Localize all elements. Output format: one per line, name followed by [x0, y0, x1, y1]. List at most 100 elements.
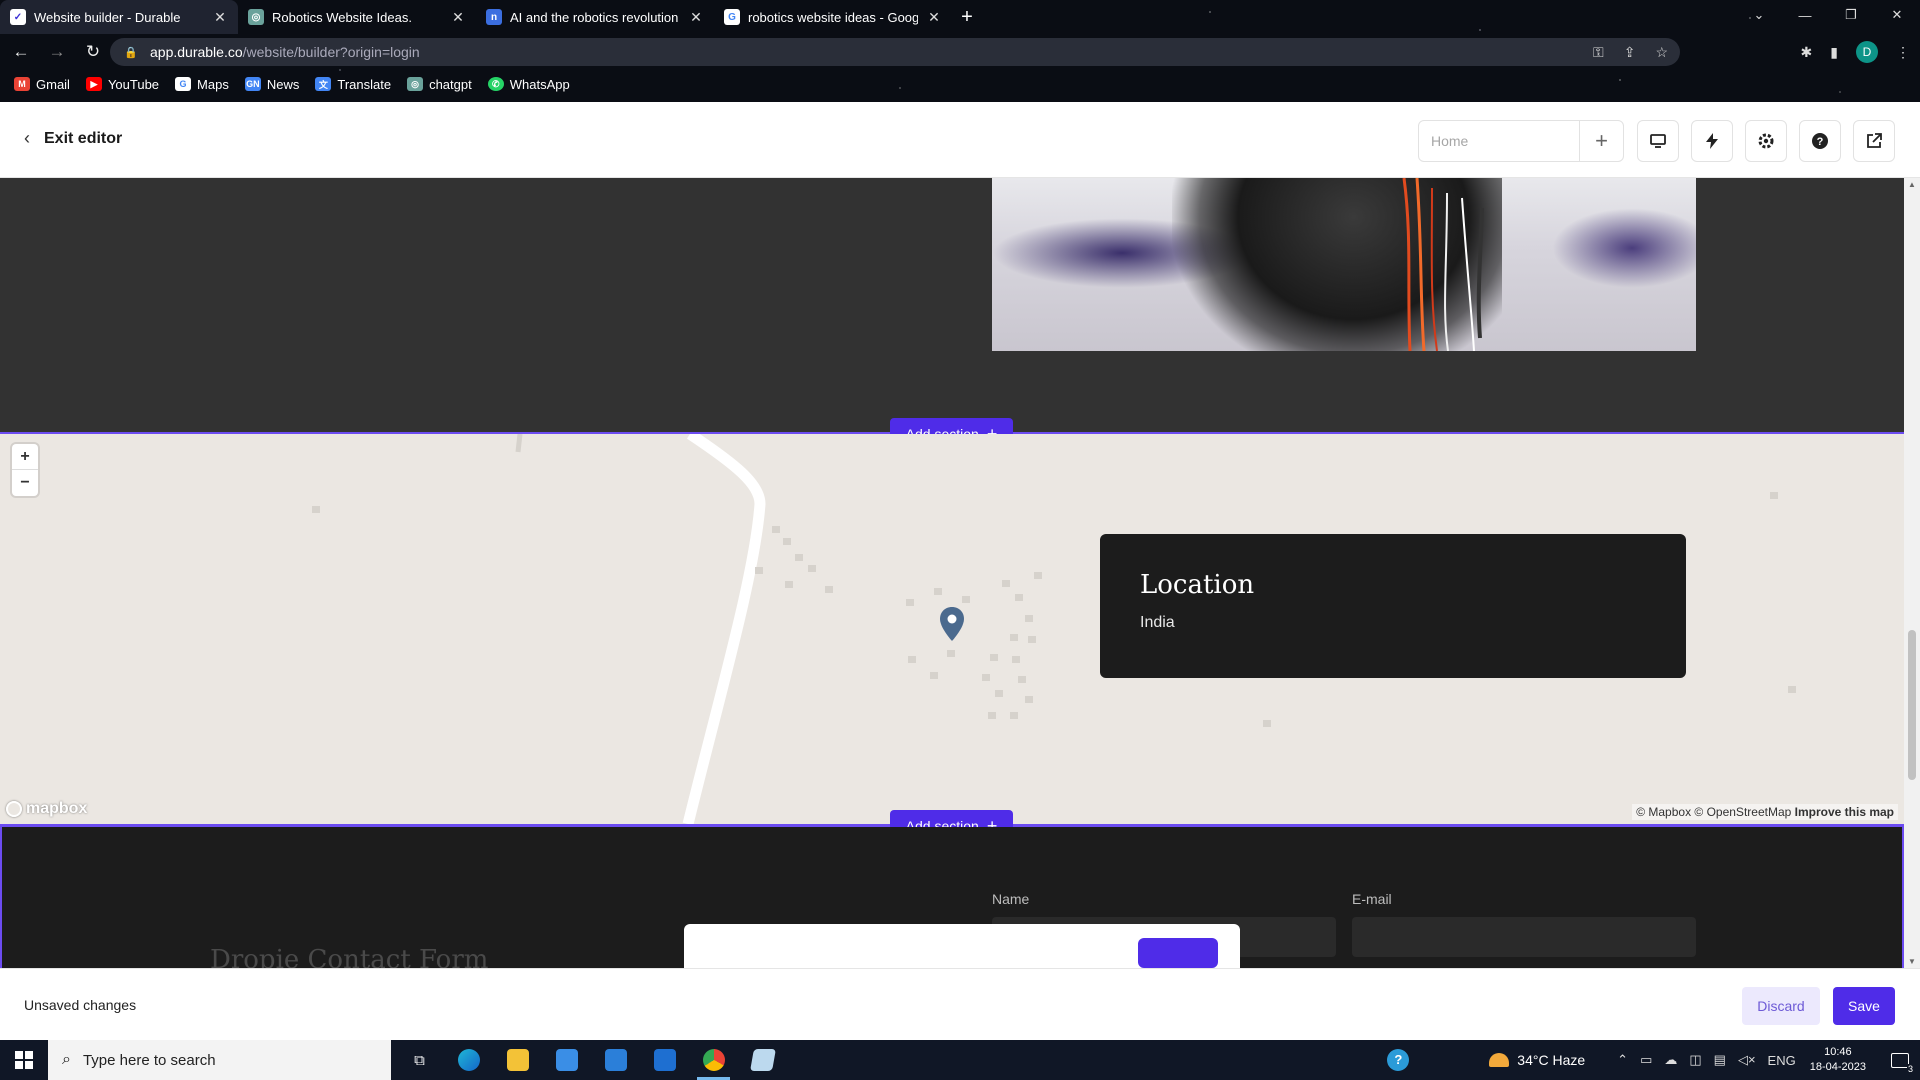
whatsapp-icon: ✆ — [487, 77, 504, 91]
youtube-icon: ▶ — [85, 77, 102, 91]
scroll-down-icon[interactable]: ▼ — [1904, 957, 1920, 966]
save-button[interactable]: Save — [1833, 987, 1895, 1025]
page-selector[interactable]: Home + — [1418, 120, 1624, 162]
back-icon[interactable]: ← — [6, 38, 36, 66]
reload-icon[interactable]: ↻ — [78, 38, 108, 66]
mapbox-logo[interactable]: mapbox — [6, 800, 87, 818]
battery-icon[interactable]: ▭ — [1640, 1052, 1652, 1068]
discard-button[interactable]: Discard — [1742, 987, 1820, 1025]
unsaved-status: Unsaved changes — [24, 997, 137, 1013]
bookmark-gmail[interactable]: M Gmail — [14, 77, 70, 92]
tab-ai-robotics[interactable]: n AI and the robotics revolution W ✕ — [476, 0, 714, 34]
browser-chrome: ✓ Website builder - Durable ✕ ◎ Robotics… — [0, 0, 1920, 102]
clock[interactable]: 10:46 18-04-2023 — [1810, 1045, 1866, 1075]
tab-search-icon[interactable]: ⌄ — [1736, 0, 1782, 30]
scrollbar-thumb[interactable] — [1908, 630, 1916, 780]
mail-button[interactable] — [591, 1040, 640, 1080]
improve-map-link[interactable]: Improve this map — [1795, 805, 1894, 819]
settings-button[interactable] — [1745, 120, 1787, 162]
tab-google-search[interactable]: G robotics website ideas - Google ✕ — [714, 0, 952, 34]
start-button[interactable] — [0, 1040, 48, 1080]
address-bar[interactable]: 🔒 app.durable.co/website/builder?origin=… — [110, 38, 1680, 66]
zoom-in-button[interactable]: + — [12, 444, 38, 470]
network-icon[interactable]: ▤ — [1714, 1052, 1726, 1068]
edge-button[interactable] — [444, 1040, 493, 1080]
location-card[interactable]: Location India — [1100, 534, 1686, 678]
cloud-icon[interactable]: ☁ — [1664, 1052, 1677, 1068]
map-attribution: © Mapbox © OpenStreetMap Improve this ma… — [1632, 804, 1898, 820]
svg-text:?: ? — [1817, 136, 1824, 148]
notifications-button[interactable]: 3 — [1880, 1040, 1920, 1080]
contact-section[interactable]: Dropie Contact Form Name E-mail — [0, 827, 1904, 968]
bookmark-whatsapp[interactable]: ✆ WhatsApp — [487, 77, 570, 92]
minimize-icon[interactable]: — — [1782, 0, 1828, 30]
desktop-preview-button[interactable] — [1637, 120, 1679, 162]
weather-widget[interactable]: 34°C Haze — [1489, 1052, 1585, 1068]
notes-button[interactable] — [738, 1040, 787, 1080]
tab-title: AI and the robotics revolution W — [510, 9, 680, 25]
close-tab-icon[interactable]: ✕ — [688, 9, 704, 26]
bookmark-news[interactable]: GN News — [244, 77, 299, 92]
profile-avatar[interactable]: D — [1856, 41, 1878, 63]
popup-button[interactable] — [1138, 938, 1218, 968]
lightning-icon — [1706, 133, 1718, 149]
map-building — [772, 526, 780, 533]
location-map[interactable]: + − Location India mapbox © Mapbox © Ope… — [0, 434, 1904, 824]
map-building — [962, 596, 970, 603]
task-view-button[interactable]: ⧉ — [395, 1040, 444, 1080]
new-tab-button[interactable]: + — [952, 0, 982, 34]
side-panel-icon[interactable]: ▮ — [1830, 44, 1838, 61]
help-button[interactable]: ? — [1799, 120, 1841, 162]
chrome-button[interactable] — [689, 1040, 738, 1080]
tab-robotics-ideas[interactable]: ◎ Robotics Website Ideas. ✕ — [238, 0, 476, 34]
chevron-up-icon[interactable]: ⌃ — [1617, 1052, 1628, 1068]
volume-muted-icon[interactable]: ◁× — [1738, 1052, 1756, 1068]
add-page-button[interactable]: + — [1579, 121, 1623, 161]
help-icon[interactable]: ? — [1387, 1049, 1410, 1071]
taskbar-search[interactable]: ⌕ Type here to search — [48, 1040, 391, 1080]
star-icon[interactable]: ☆ — [1655, 44, 1668, 61]
forward-icon[interactable]: → — [42, 38, 72, 66]
restore-icon[interactable]: ❐ — [1828, 0, 1874, 30]
map-attribution-text[interactable]: © Mapbox © OpenStreetMap — [1636, 805, 1791, 819]
lock-icon: 🔒 — [124, 46, 138, 59]
open-site-button[interactable] — [1853, 120, 1895, 162]
store-button[interactable] — [542, 1040, 591, 1080]
mcafee-button[interactable] — [640, 1040, 689, 1080]
camera-icon[interactable]: ◫ — [1689, 1052, 1701, 1068]
map-building — [988, 712, 996, 719]
map-building — [1025, 696, 1033, 703]
map-building — [1010, 634, 1018, 641]
editor-toolbar: ‹ Exit editor Home + ? — [0, 102, 1920, 178]
menu-icon[interactable]: ⋮ — [1896, 44, 1910, 61]
map-building — [934, 588, 942, 595]
close-tab-icon[interactable]: ✕ — [926, 9, 942, 26]
scroll-up-icon[interactable]: ▲ — [1904, 180, 1920, 189]
extensions-icon[interactable]: ✱ — [1801, 44, 1813, 61]
exit-editor-button[interactable]: ‹ Exit editor — [24, 128, 122, 149]
ai-tools-button[interactable] — [1691, 120, 1733, 162]
window-controls: ⌄ — ❐ ✕ — [1736, 0, 1920, 30]
bookmark-translate[interactable]: 文 Translate — [315, 77, 391, 92]
chevron-left-icon: ‹ — [24, 128, 30, 148]
map-building — [1028, 636, 1036, 643]
google-favicon-icon: G — [724, 9, 740, 25]
tab-website-builder[interactable]: ✓ Website builder - Durable ✕ — [0, 0, 238, 34]
share-icon[interactable]: ⇪ — [1624, 44, 1636, 61]
file-explorer-button[interactable] — [493, 1040, 542, 1080]
bookmark-maps[interactable]: G Maps — [175, 77, 229, 92]
image-section[interactable] — [0, 178, 1904, 433]
map-building — [947, 650, 955, 657]
language-indicator[interactable]: ENG — [1768, 1053, 1796, 1068]
close-window-icon[interactable]: ✕ — [1874, 0, 1920, 30]
map-building — [1263, 720, 1271, 727]
key-icon[interactable]: ⚿ — [1593, 44, 1604, 61]
canvas-scrollbar[interactable]: ▲ ▼ — [1904, 178, 1920, 968]
bookmark-chatgpt[interactable]: ◎ chatgpt — [407, 77, 472, 92]
close-tab-icon[interactable]: ✕ — [212, 9, 228, 26]
close-tab-icon[interactable]: ✕ — [450, 9, 466, 26]
edge-icon — [457, 1049, 480, 1071]
zoom-out-button[interactable]: − — [12, 470, 38, 496]
bookmark-youtube[interactable]: ▶ YouTube — [85, 77, 159, 92]
email-field[interactable] — [1352, 917, 1696, 957]
